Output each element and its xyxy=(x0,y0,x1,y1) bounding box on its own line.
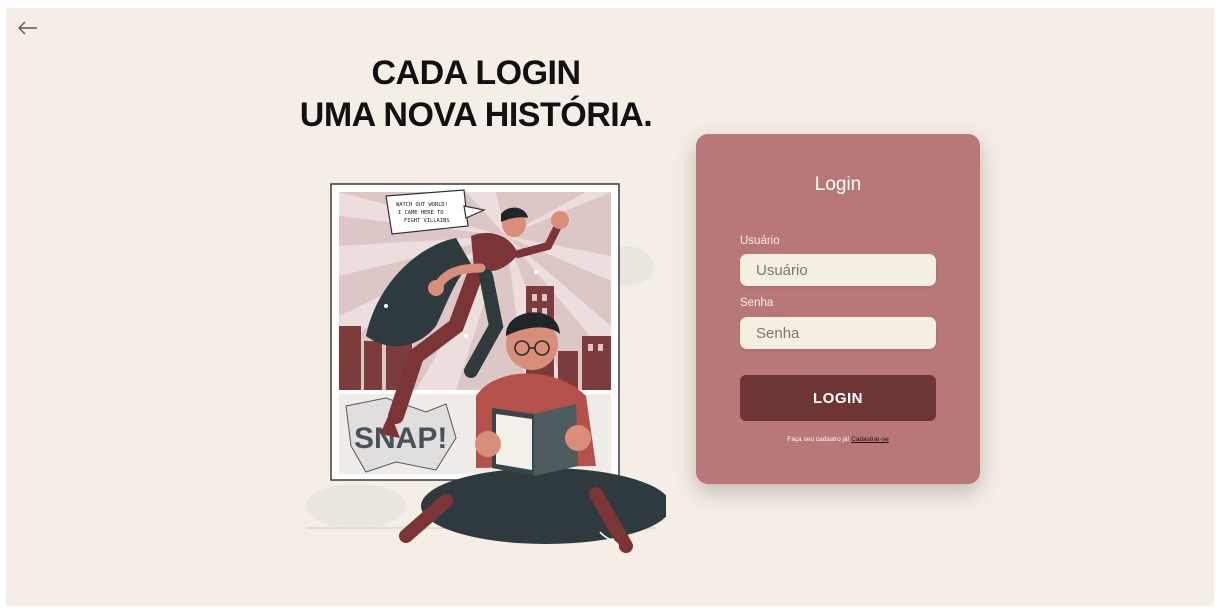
comic-reader-illustration: SNAP! WATCH OUT WORLD! I CAME HERE TO FI… xyxy=(306,183,666,553)
password-input[interactable] xyxy=(740,317,936,349)
username-label: Usuário xyxy=(740,235,780,247)
signup-link[interactable]: Cadastrar-se xyxy=(851,436,889,443)
login-button[interactable]: LOGIN xyxy=(740,375,936,421)
login-title: Login xyxy=(814,174,862,195)
sound-effect-text: SNAP! xyxy=(354,422,447,455)
username-input[interactable] xyxy=(740,254,936,286)
signup-prompt: Faça seu cadastro já! xyxy=(787,436,850,443)
headline-line-2: UMA NOVA HISTÓRIA. xyxy=(299,96,653,134)
password-label: Senha xyxy=(740,297,774,309)
arrow-left-icon[interactable] xyxy=(16,18,40,38)
headline-line-1: CADA LOGIN xyxy=(371,54,581,92)
background-blob xyxy=(306,484,406,528)
login-page: CADA LOGIN UMA NOVA HISTÓRIA. SNAP! WATC… xyxy=(6,8,1214,606)
page-headline: CADA LOGIN UMA NOVA HISTÓRIA. xyxy=(226,52,726,136)
login-card: Login Usuário Senha LOGIN Faça seu cadas… xyxy=(696,134,980,484)
speech-bubble-text: WATCH OUT WORLD! I CAME HERE TO FIGHT VI… xyxy=(396,202,451,224)
signup-row: Faça seu cadastro já! Cadastrar-se xyxy=(696,436,980,443)
